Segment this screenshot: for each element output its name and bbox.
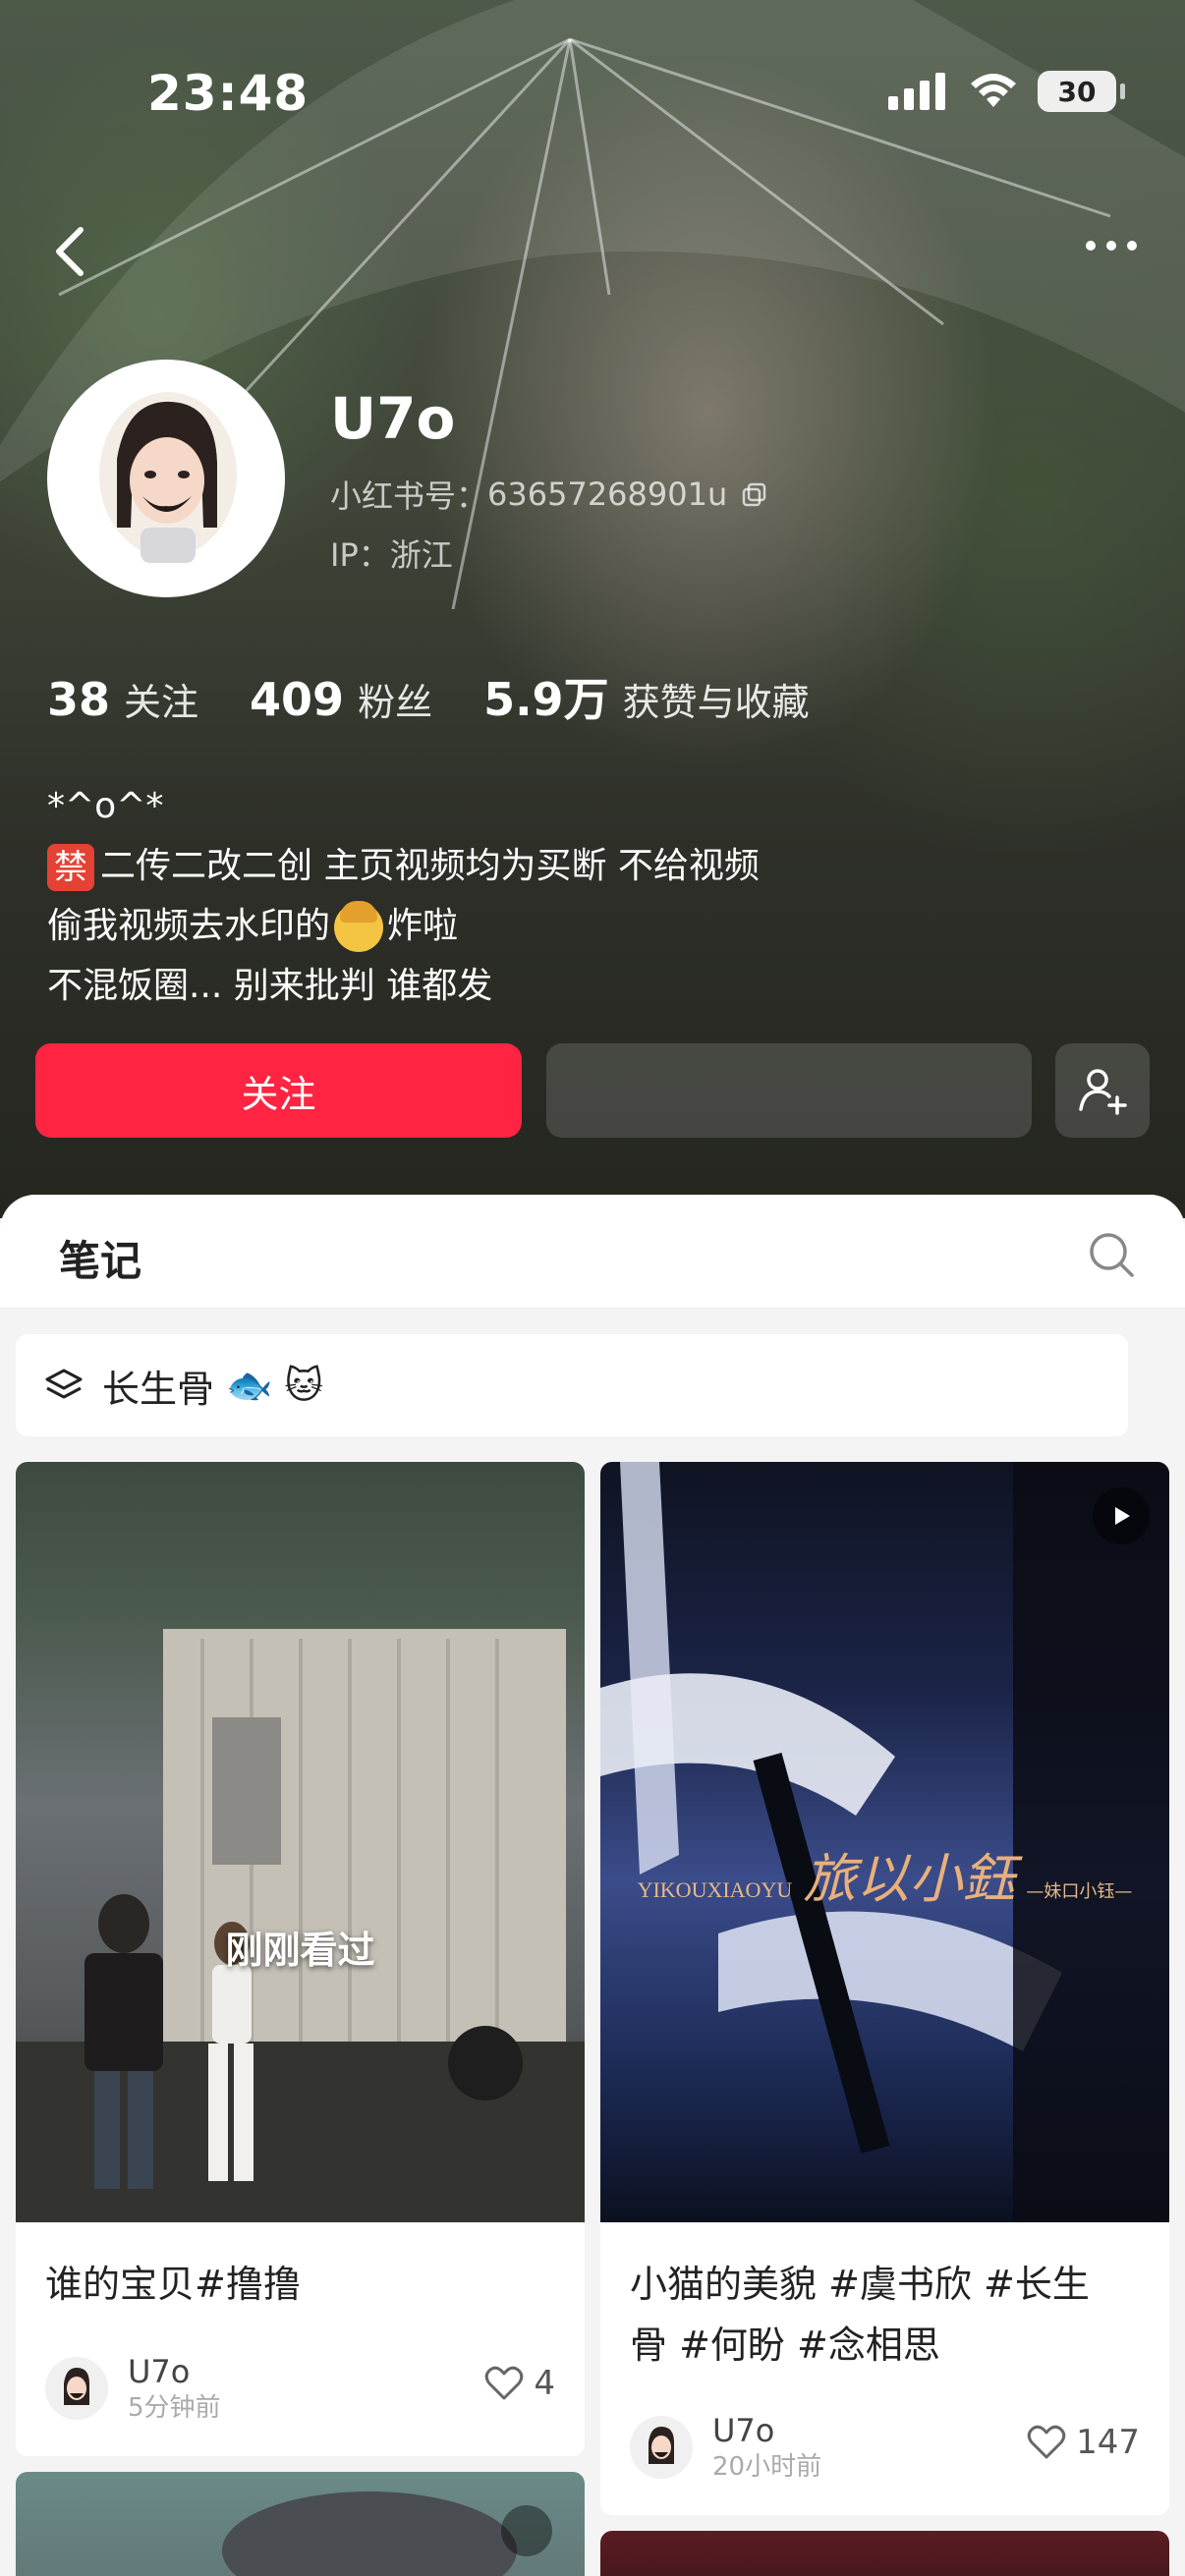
video-badge: [1093, 1487, 1150, 1544]
battery-indicator: 30: [1038, 71, 1125, 112]
note-title: 谁的宝贝#撸撸: [45, 2263, 301, 2306]
author-info: U7o 20小时前: [712, 2411, 821, 2484]
red-id-value: 63657268901u: [487, 476, 728, 513]
wifi-icon: [971, 74, 1016, 107]
note-card[interactable]: YIKOUXIAOYU 旅以小鈺 —妹口小钰— 小猫的美貌 #虞书欣 #长生 骨…: [600, 1462, 1169, 2515]
followers-stat[interactable]: 409 粉丝: [250, 672, 432, 726]
likes-stat[interactable]: 5.9万 获赞与收藏: [483, 664, 810, 729]
status-icons: 30: [888, 71, 1125, 112]
status-time: 23:48: [147, 65, 310, 122]
ban-badge-icon: 禁: [47, 844, 94, 891]
video-watermark: YIKOUXIAOYU 旅以小鈺 —妹口小钰—: [600, 1835, 1169, 1913]
note-title: 小猫的美貌 #虞书欣 #长生 骨 #何盼 #念相思: [630, 2254, 1090, 2376]
search-button[interactable]: [1087, 1230, 1136, 1279]
bio-line-3: 偷我视频去水印的 炸啦: [47, 896, 760, 956]
bio-line-4: 不混饭圈... 别来批判 谁都发: [47, 966, 493, 1006]
username: U7o: [330, 385, 456, 452]
layers-icon: [45, 1369, 83, 1399]
avatar-mini-image: [649, 2427, 674, 2464]
followers-label: 粉丝: [358, 681, 433, 724]
watermark-en: YIKOUXIAOYU: [637, 1877, 793, 1902]
bio-line-1: *^o^*: [47, 786, 164, 826]
more-options-button[interactable]: [1077, 226, 1146, 265]
note-author[interactable]: U7o 5分钟前: [45, 2352, 221, 2425]
red-id-label: 小红书号：: [330, 477, 488, 515]
following-stat[interactable]: 38 关注: [47, 672, 198, 726]
bio: *^o^* 禁二传二改二创 主页视频均为买断 不给视频 偷我视频去水印的 炸啦 不…: [47, 776, 760, 1016]
copy-icon[interactable]: [741, 480, 768, 508]
profile-stats: 38 关注 409 粉丝 5.9万 获赞与收藏: [47, 664, 861, 729]
heart-icon: [1027, 2425, 1066, 2459]
ip-location: IP：浙江: [330, 531, 453, 576]
note-title-line-2: 骨 #何盼 #念相思: [630, 2324, 940, 2367]
chevron-left-icon: [56, 227, 84, 276]
bio-line-2: 禁二传二改二创 主页视频均为买断 不给视频: [47, 836, 760, 896]
add-user-icon: [1079, 1069, 1127, 1115]
message-button[interactable]: [546, 1043, 1032, 1138]
likes-label: 获赞与收藏: [622, 681, 810, 724]
like-button[interactable]: 147: [1027, 2423, 1140, 2462]
watermark-cn: 旅以小鈺: [803, 1848, 1016, 1910]
avatar[interactable]: [47, 360, 285, 597]
bio-line-3a: 偷我视频去水印的: [47, 906, 331, 946]
likes-count: 5.9万: [483, 673, 609, 726]
note-author[interactable]: U7o 20小时前: [630, 2411, 821, 2484]
tab-notes[interactable]: 笔记: [59, 1228, 141, 1288]
more-dots-icon: [1086, 241, 1137, 251]
like-count: 147: [1076, 2423, 1140, 2462]
recently-viewed-label: 刚刚看过: [225, 1929, 375, 1972]
search-icon: [1090, 1233, 1134, 1277]
note-title-line-1: 小猫的美貌 #虞书欣 #长生: [630, 2263, 1090, 2306]
collection-chip[interactable]: 长生骨 🐟 🐱: [16, 1334, 1128, 1436]
followers-count: 409: [250, 673, 345, 726]
note-cover-image: 刚刚看过: [16, 1462, 585, 2222]
note-card[interactable]: 刚刚看过 谁的宝贝#撸撸 U7o 5分钟前 4: [16, 1462, 585, 2456]
ip-label: IP：: [330, 536, 390, 574]
person-emoji-icon: [334, 901, 384, 952]
note-card[interactable]: [16, 2472, 585, 2576]
profile-header: 23:48 30 U7o 小红书号： 63657268901u IP：浙江 38…: [0, 0, 1185, 1218]
watermark-sub: —妹口小钰—: [1026, 1881, 1133, 1902]
play-icon: [1115, 1507, 1130, 1525]
red-id-row: 小红书号： 63657268901u: [330, 472, 768, 517]
tab-bar: 笔记: [0, 1195, 1185, 1309]
note-cover-image: [222, 2492, 552, 2576]
signal-icon: [888, 73, 945, 110]
author-avatar: [630, 2416, 693, 2479]
collection-emoji: 🐟 🐱: [226, 1363, 324, 1407]
author-avatar: [45, 2357, 108, 2420]
note-cover-image: YIKOUXIAOYU 旅以小鈺 —妹口小钰—: [600, 1462, 1169, 2222]
bio-line-2-text: 二传二改二创 主页视频均为买断 不给视频: [100, 846, 760, 886]
note-card[interactable]: [600, 2531, 1169, 2576]
heart-icon: [485, 2366, 524, 2400]
author-name: U7o: [712, 2412, 775, 2449]
following-count: 38: [47, 673, 111, 726]
content-sheet: 笔记 长生骨 🐟 🐱 刚刚看过 谁的宝贝#撸撸 U7o 5分钟前 4 YIKOU…: [0, 1195, 1185, 2576]
bio-line-3b: 炸啦: [387, 906, 459, 946]
ip-value: 浙江: [389, 536, 453, 574]
avatar-sticker-image: [99, 392, 237, 563]
follow-button[interactable]: 关注: [35, 1043, 522, 1138]
avatar-mini-image: [64, 2368, 89, 2405]
author-name: U7o: [128, 2353, 191, 2390]
like-count: 4: [534, 2364, 555, 2403]
following-label: 关注: [124, 681, 199, 724]
like-button[interactable]: 4: [484, 2364, 555, 2403]
street-scene-image: [16, 1629, 585, 2222]
post-time: 20小时前: [712, 2452, 822, 2482]
post-time: 5分钟前: [128, 2393, 221, 2423]
back-button[interactable]: [43, 216, 102, 285]
add-friend-button[interactable]: [1055, 1043, 1150, 1138]
collection-name: 长生骨: [102, 1367, 215, 1411]
author-info: U7o 5分钟前: [128, 2352, 221, 2425]
